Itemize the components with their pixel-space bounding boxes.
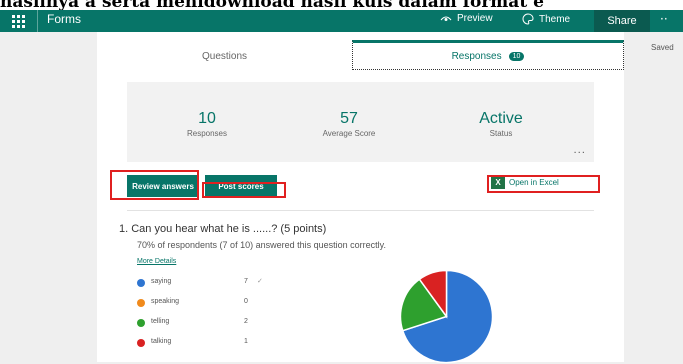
app-title[interactable]: Forms — [47, 12, 81, 26]
legend-row: telling 2 — [137, 317, 317, 337]
theme-label: Theme — [539, 13, 571, 25]
save-status: Saved — [651, 43, 674, 52]
stat-responses: 10 Responses — [147, 110, 267, 138]
theme-button[interactable]: Theme — [522, 13, 570, 25]
app-launcher-button[interactable] — [0, 10, 37, 32]
question-summary: 70% of respondents (7 of 10) answered th… — [137, 240, 386, 250]
header-more-button[interactable]: ·· — [660, 12, 668, 26]
preview-label: Preview — [457, 13, 493, 24]
stat-value: 57 — [340, 110, 358, 127]
legend-label: talking — [151, 338, 172, 345]
preview-button[interactable]: Preview — [440, 13, 493, 24]
summary-stats: 10 Responses 57 Average Score Active Sta… — [127, 82, 594, 162]
legend-label: saying — [151, 278, 172, 285]
legend-dot — [137, 319, 145, 327]
waffle-icon — [12, 14, 25, 28]
more-details-link[interactable]: More Details — [137, 258, 176, 265]
legend-count: 1 — [244, 338, 248, 345]
app-header: Forms Preview Theme Share ·· — [0, 10, 683, 32]
tab-questions[interactable]: Questions — [97, 42, 352, 70]
answer-legend: saying 7 ✓ speaking 0 telling 2 talking … — [137, 277, 317, 357]
share-button[interactable]: Share — [594, 10, 650, 32]
caption-text: hasilnya a serta menidownload hasil kuis… — [0, 0, 683, 10]
stat-label: Responses — [186, 129, 228, 138]
legend-dot — [137, 339, 145, 347]
answers-pie-chart — [399, 269, 494, 364]
highlight-box — [202, 182, 286, 198]
legend-count: 2 — [244, 318, 248, 325]
legend-label: telling — [151, 318, 170, 325]
legend-count: 7 — [244, 278, 248, 285]
legend-row: saying 7 ✓ — [137, 277, 317, 297]
legend-dot — [137, 299, 145, 307]
tab-responses-label: Responses — [451, 50, 502, 62]
correct-check-icon: ✓ — [257, 278, 263, 285]
legend-count: 0 — [244, 298, 248, 305]
stat-average-score: 57 Average Score — [289, 110, 409, 138]
stat-label: Status — [489, 129, 513, 138]
highlight-box — [110, 170, 199, 200]
responses-count-badge: 10 — [508, 51, 525, 61]
header-divider — [37, 10, 38, 32]
more-options-button[interactable]: ... — [573, 145, 586, 156]
responses-card: Questions Responses 10 10 Responses 57 A… — [97, 32, 624, 364]
stat-value: Active — [479, 110, 523, 127]
legend-label: speaking — [151, 298, 180, 305]
tab-responses[interactable]: Responses 10 — [352, 40, 624, 70]
palette-icon — [522, 13, 534, 25]
eye-icon — [440, 16, 452, 21]
legend-dot — [137, 279, 145, 287]
legend-row: talking 1 — [137, 337, 317, 357]
question-title: 1. Can you hear what he is ......? (5 po… — [119, 223, 327, 235]
legend-row: speaking 0 — [137, 297, 317, 317]
tab-questions-label: Questions — [201, 50, 248, 62]
stat-value: 10 — [198, 110, 216, 127]
stat-status: Active Status — [441, 110, 561, 138]
highlight-box — [487, 175, 600, 193]
section-divider — [127, 210, 594, 211]
stat-label: Average Score — [322, 129, 376, 138]
